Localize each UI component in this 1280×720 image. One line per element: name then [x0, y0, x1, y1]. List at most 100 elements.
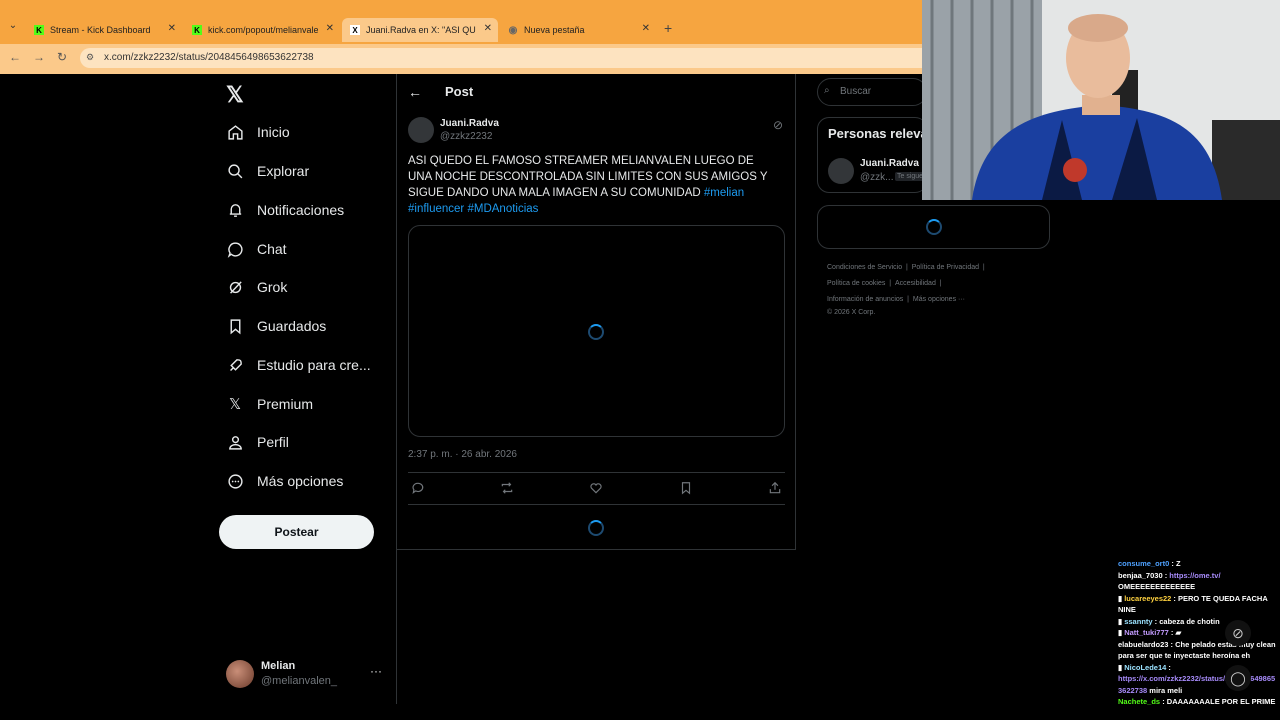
- chat-link[interactable]: https://ome.tv/: [1169, 571, 1220, 580]
- hashtag-link[interactable]: #MDAnoticias: [467, 203, 538, 215]
- chat-message: ▮ Natt_tuki777 : ▰: [1118, 628, 1182, 637]
- tab-title: Stream - Kick Dashboard: [50, 25, 151, 35]
- chat-username[interactable]: lucareeyes22: [1124, 594, 1171, 603]
- sidebar-item-explorar[interactable]: Explorar: [226, 156, 309, 186]
- sidebar-item-label: Notificaciones: [257, 202, 345, 218]
- tab-title: kick.com/popout/melianvalen/: [208, 25, 318, 35]
- author-handle[interactable]: @zzkz2232: [440, 131, 492, 142]
- sidebar-item-estudio[interactable]: Estudio para cre...: [226, 350, 371, 380]
- footer-row: Información de anuncios | Más opciones ·…: [827, 296, 966, 303]
- sidebar-item-guardados[interactable]: Guardados: [226, 311, 326, 341]
- sidebar-item-perfil[interactable]: Perfil: [226, 427, 289, 457]
- footer-link-tos[interactable]: Condiciones de Servicio: [827, 264, 902, 271]
- post-timestamp[interactable]: 2:37 p. m. · 26 abr. 2026: [408, 449, 517, 460]
- grok-icon[interactable]: ⊘: [773, 118, 783, 132]
- bookmark-icon: [226, 317, 244, 335]
- footer-link-more[interactable]: Más opciones ···: [913, 296, 965, 303]
- account-switcher[interactable]: Melian @melianvalen_ ···: [226, 658, 386, 692]
- chat-username[interactable]: consume_ort0: [1118, 559, 1169, 568]
- sidebar-item-label: Más opciones: [257, 473, 344, 489]
- sidebar-item-inicio[interactable]: Inicio: [226, 117, 290, 147]
- back-arrow-icon[interactable]: ←: [408, 84, 422, 100]
- grok-icon[interactable]: ⊘: [1225, 620, 1251, 646]
- post-media[interactable]: [408, 225, 785, 437]
- sidebar-item-premium[interactable]: 𝕏 Premium: [226, 389, 313, 419]
- footer-link-accessibility[interactable]: Accesibilidad: [895, 280, 936, 287]
- divider: [397, 549, 795, 550]
- footer-row: Política de cookies | Accesibilidad |: [827, 280, 942, 287]
- x-logo-icon[interactable]: 𝕏: [226, 82, 244, 108]
- tab-search-menu-icon[interactable]: ⌄: [6, 20, 20, 36]
- footer-link-privacy[interactable]: Política de Privacidad: [912, 264, 979, 271]
- chat-bubble-icon[interactable]: ◯: [1225, 665, 1251, 691]
- loading-spinner: [588, 324, 604, 340]
- reload-icon[interactable]: ↻: [57, 50, 67, 64]
- footer-link-ads[interactable]: Información de anuncios: [827, 296, 903, 303]
- share-icon[interactable]: [768, 481, 782, 498]
- close-icon[interactable]: ✕: [642, 23, 650, 34]
- sidebar-item-mas-opciones[interactable]: Más opciones: [226, 466, 343, 496]
- back-icon[interactable]: ←: [9, 50, 21, 64]
- tab-kick-dashboard[interactable]: K Stream - Kick Dashboard ✕: [26, 18, 182, 42]
- webcam-overlay: [922, 0, 1280, 200]
- forward-icon[interactable]: →: [33, 50, 45, 64]
- account-name: Melian: [261, 660, 296, 672]
- search-icon: [226, 162, 244, 180]
- loading-spinner: [926, 219, 942, 235]
- chat-username[interactable]: Natt_tuki777: [1124, 628, 1169, 637]
- chat-username[interactable]: ssannty: [1124, 617, 1152, 626]
- chat-username[interactable]: Nachete_ds: [1118, 697, 1160, 706]
- sidebar-item-notificaciones[interactable]: Notificaciones: [226, 195, 344, 225]
- sidebar-item-grok[interactable]: Grok: [226, 272, 287, 302]
- divider: [408, 472, 785, 473]
- search-input[interactable]: Buscar: [817, 78, 927, 106]
- footer-link-cookies[interactable]: Política de cookies: [827, 280, 885, 287]
- grok-icon: [226, 278, 244, 296]
- sidebar-item-label: Inicio: [257, 124, 290, 140]
- close-icon[interactable]: ✕: [326, 23, 334, 34]
- repost-icon[interactable]: [500, 481, 514, 498]
- account-handle: @melianvalen_: [261, 675, 337, 687]
- tab-kick-popout[interactable]: K kick.com/popout/melianvalen/ ✕: [184, 18, 340, 42]
- home-icon: [226, 123, 244, 141]
- chat-link[interactable]: https://x.com/zzkz2232/status/2048456498…: [1118, 674, 1275, 695]
- author-name[interactable]: Juani.Radva: [440, 118, 499, 129]
- sidebar-item-label: Premium: [257, 396, 314, 412]
- footer-copyright: © 2026 X Corp.: [827, 309, 876, 316]
- site-info-icon[interactable]: ⚙: [86, 52, 94, 63]
- tab-x-post[interactable]: X Juani.Radva en X: "ASI QUEDO ✕: [342, 18, 498, 42]
- chat-message: https://x.com/zzkz2232/status/2048456498…: [1118, 673, 1278, 696]
- bookmark-icon[interactable]: [679, 481, 693, 498]
- rocket-icon: [226, 356, 244, 374]
- chat-username[interactable]: elabuelardo23: [1118, 640, 1168, 649]
- loading-spinner: [588, 520, 604, 536]
- sidebar-item-chat[interactable]: Chat: [226, 234, 287, 264]
- url-input[interactable]: x.com/zzkz2232/status/204845649865362273…: [80, 48, 940, 68]
- stream-chat: consume_ort0 : Z benjaa_7030 : https://o…: [1118, 558, 1278, 708]
- avatar[interactable]: [828, 158, 854, 184]
- like-icon[interactable]: [589, 481, 603, 498]
- author-avatar[interactable]: [408, 117, 434, 143]
- chat-message: OMEEEEEEEEEEEEE: [1118, 581, 1278, 593]
- chat-text: mira meli: [1149, 685, 1183, 695]
- chat-username[interactable]: benjaa_7030: [1118, 571, 1163, 580]
- close-icon[interactable]: ✕: [168, 23, 176, 34]
- hashtag-link[interactable]: #influencer: [408, 203, 464, 215]
- sidebar-item-label: Estudio para cre...: [257, 357, 371, 373]
- post-button[interactable]: Postear: [219, 515, 374, 549]
- more-dots-icon[interactable]: ···: [370, 664, 382, 678]
- post-text: ASI QUEDO EL FAMOSO STREAMER MELIANVALEN…: [408, 153, 778, 217]
- kick-icon: K: [192, 25, 202, 35]
- reply-icon[interactable]: [411, 481, 425, 498]
- x-icon: 𝕏: [228, 396, 242, 413]
- chat-text: OMEEEEEEEEEEEEE: [1118, 582, 1196, 591]
- hashtag-link[interactable]: #melian: [704, 187, 744, 199]
- kick-icon: K: [34, 25, 44, 35]
- sidebar-item-label: Explorar: [257, 163, 310, 179]
- tab-new-tab[interactable]: ◉ Nueva pestaña ✕: [500, 18, 656, 42]
- follows-you-badge: Te sigue: [895, 172, 926, 181]
- close-icon[interactable]: ✕: [484, 23, 492, 34]
- new-tab-icon[interactable]: +: [664, 20, 672, 36]
- chat-username[interactable]: NicoLede14: [1124, 663, 1166, 672]
- relevant-user-name[interactable]: Juani.Radva: [860, 158, 919, 169]
